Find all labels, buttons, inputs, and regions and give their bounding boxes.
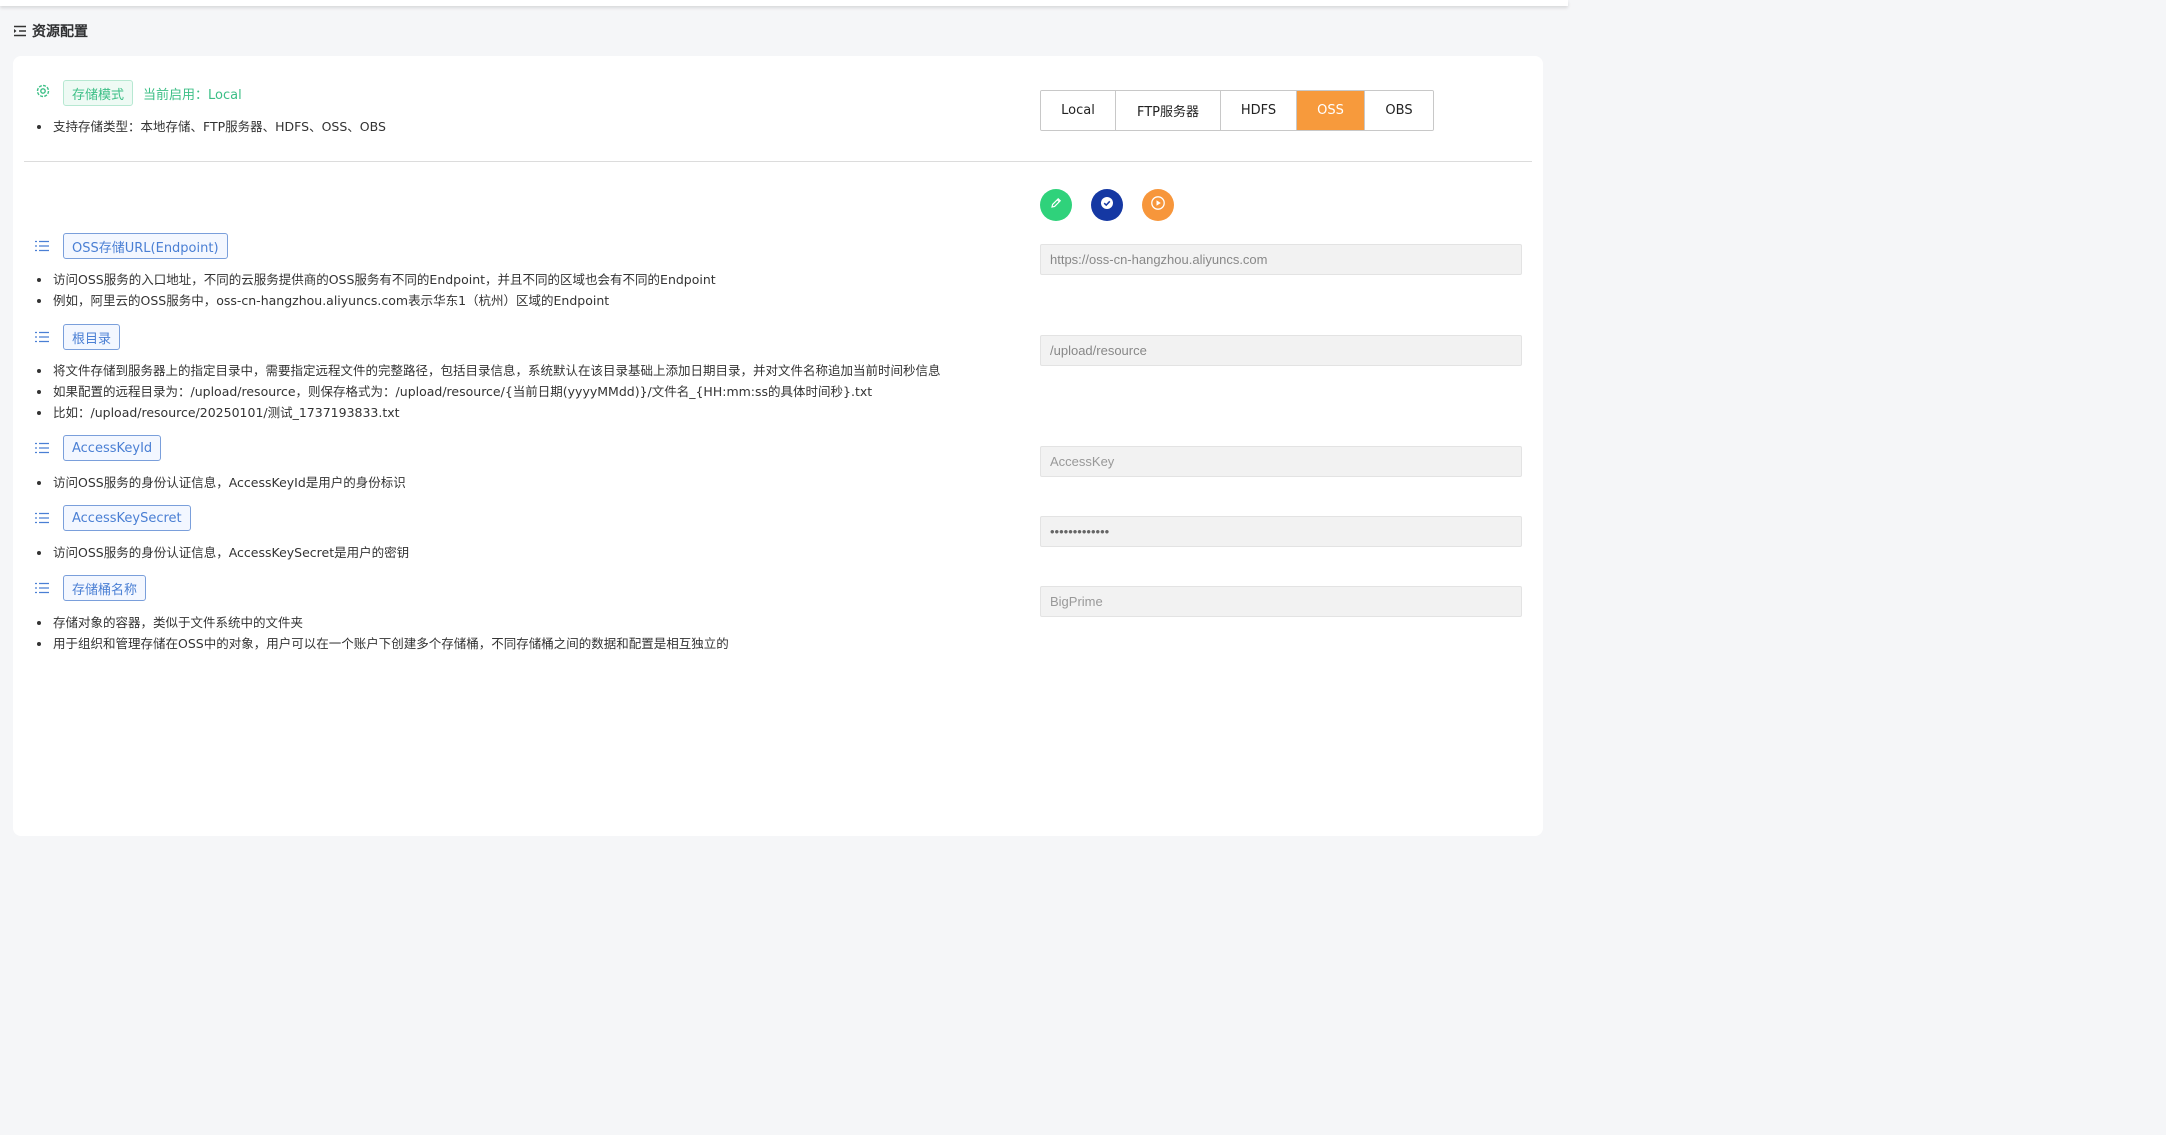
list-icon: [35, 512, 49, 524]
list-icon: [35, 442, 49, 454]
storage-type-hdfs[interactable]: HDFS: [1221, 91, 1297, 130]
divider: [24, 161, 1532, 162]
field-endpoint-label: OSS存储URL(Endpoint): [63, 233, 228, 259]
edit-button[interactable]: [1040, 189, 1072, 221]
test-button[interactable]: [1142, 189, 1174, 221]
support-list: 支持存储类型：本地存储、FTP服务器、HDFS、OSS、OBS: [35, 116, 386, 137]
storage-mode-row: 存储模式 当前启用：Local: [35, 80, 242, 106]
field-access-key-secret-desc: 访问OSS服务的身份认证信息，AccessKeySecret是用户的密钥: [35, 542, 409, 563]
page-header: 资源配置: [14, 21, 88, 41]
field-root-dir-label: 根目录: [63, 324, 121, 350]
storage-type-ftp[interactable]: FTP服务器: [1116, 91, 1221, 130]
field-bucket-label: 存储桶名称: [63, 575, 147, 601]
field-access-key-secret-header: AccessKeySecret: [35, 505, 191, 531]
field-root-dir-desc: 将文件存储到服务器上的指定目录中，需要指定远程文件的完整路径，包括目录信息，系统…: [35, 360, 941, 423]
list-icon: [35, 240, 49, 252]
desc-line: 访问OSS服务的入口地址，不同的云服务提供商的OSS服务有不同的Endpoint…: [35, 269, 716, 290]
desc-line: 将文件存储到服务器上的指定目录中，需要指定远程文件的完整路径，包括目录信息，系统…: [35, 360, 941, 381]
desc-line: 比如：/upload/resource/20250101/测试_17371938…: [35, 402, 941, 423]
access-key-secret-input[interactable]: [1040, 516, 1522, 547]
list-icon: [35, 331, 49, 343]
storage-type-local[interactable]: Local: [1041, 91, 1116, 130]
storage-type-obs[interactable]: OBS: [1365, 91, 1433, 130]
desc-line: 访问OSS服务的身份认证信息，AccessKeyId是用户的身份标识: [35, 472, 406, 493]
desc-line: 如果配置的远程目录为：/upload/resource，则保存格式为：/uplo…: [35, 381, 941, 402]
desc-line: 例如，阿里云的OSS服务中，oss-cn-hangzhou.aliyuncs.c…: [35, 290, 716, 311]
field-access-key-id-label: AccessKeyId: [63, 435, 162, 461]
root-dir-input[interactable]: [1040, 335, 1522, 366]
pencil-icon: [1049, 196, 1063, 214]
config-card: 存储模式 当前启用：Local 支持存储类型：本地存储、FTP服务器、HDFS、…: [13, 56, 1543, 836]
field-root-dir-header: 根目录: [35, 324, 121, 350]
list-icon: [35, 582, 49, 594]
desc-line: 用于组织和管理存储在OSS中的对象，用户可以在一个账户下创建多个存储桶，不同存储…: [35, 633, 729, 654]
desc-line: 访问OSS服务的身份认证信息，AccessKeySecret是用户的密钥: [35, 542, 409, 563]
gear-icon: [35, 83, 51, 103]
confirm-button[interactable]: [1091, 189, 1123, 221]
field-access-key-id-header: AccessKeyId: [35, 435, 162, 461]
access-key-id-input[interactable]: [1040, 446, 1522, 477]
storage-mode-tag: 存储模式: [63, 80, 134, 106]
menu-fold-icon[interactable]: [14, 25, 26, 37]
current-storage-label: 当前启用：Local: [143, 87, 242, 103]
storage-type-oss[interactable]: OSS: [1297, 91, 1365, 130]
storage-type-selector: Local FTP服务器 HDFS OSS OBS: [1040, 90, 1434, 131]
bucket-name-input[interactable]: [1040, 586, 1522, 617]
desc-line: 存储对象的容器，类似于文件系统中的文件夹: [35, 612, 729, 633]
field-access-key-id-desc: 访问OSS服务的身份认证信息，AccessKeyId是用户的身份标识: [35, 472, 406, 493]
field-bucket-header: 存储桶名称: [35, 575, 147, 601]
field-bucket-desc: 存储对象的容器，类似于文件系统中的文件夹 用于组织和管理存储在OSS中的对象，用…: [35, 612, 729, 654]
field-endpoint-desc: 访问OSS服务的入口地址，不同的云服务提供商的OSS服务有不同的Endpoint…: [35, 269, 716, 311]
check-circle-icon: [1100, 196, 1114, 214]
action-buttons: [1040, 189, 1174, 221]
endpoint-input[interactable]: [1040, 244, 1522, 275]
play-circle-icon: [1150, 195, 1166, 215]
support-types-text: 支持存储类型：本地存储、FTP服务器、HDFS、OSS、OBS: [35, 116, 386, 137]
page-title: 资源配置: [32, 24, 88, 40]
top-bar: [0, 0, 1568, 6]
field-endpoint-header: OSS存储URL(Endpoint): [35, 233, 228, 259]
field-access-key-secret-label: AccessKeySecret: [63, 505, 191, 531]
